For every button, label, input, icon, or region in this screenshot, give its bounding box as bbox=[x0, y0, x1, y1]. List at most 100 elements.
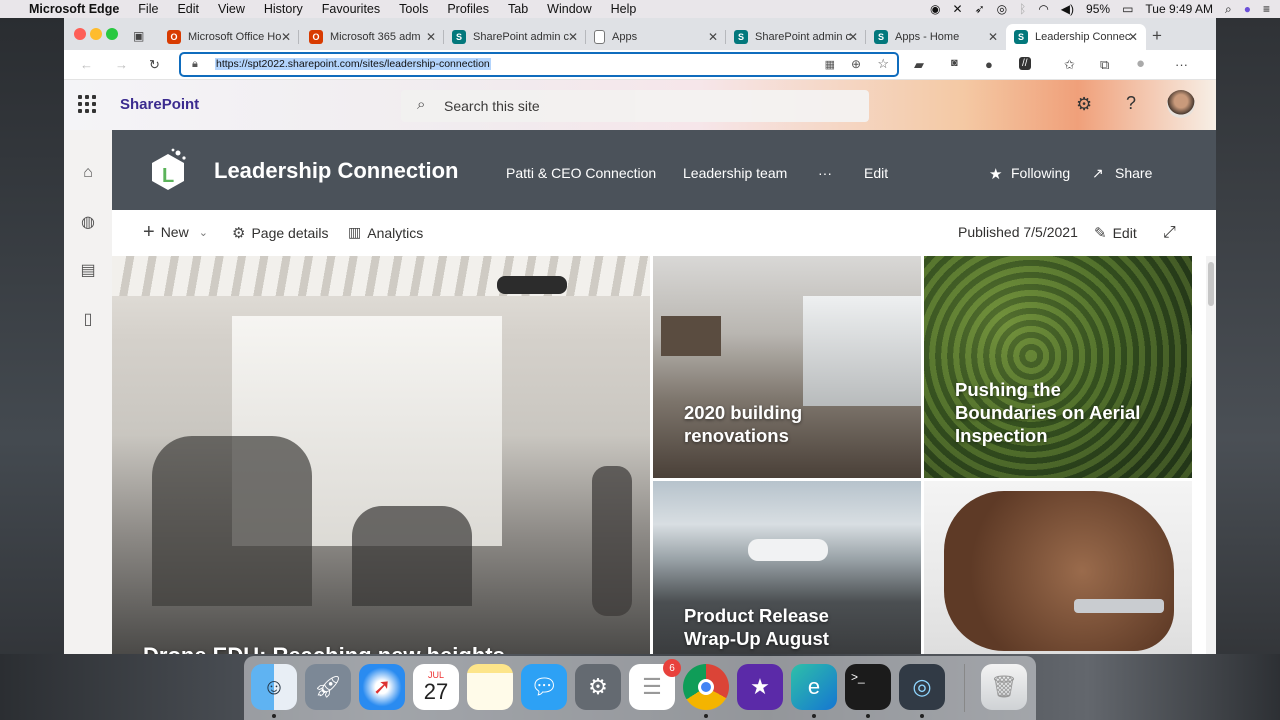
zoom-window-button[interactable] bbox=[106, 28, 118, 40]
tab-apps[interactable]: Apps ✕ bbox=[586, 24, 726, 50]
terminal-icon[interactable]: >_ bbox=[845, 664, 891, 710]
close-tab-icon[interactable]: ✕ bbox=[988, 30, 998, 44]
notes-icon[interactable] bbox=[467, 664, 513, 710]
address-bar[interactable]: 🔒︎ https://spt2022.sharepoint.com/sites/… bbox=[179, 52, 899, 77]
screen-icon[interactable]: ◎ bbox=[997, 2, 1007, 16]
page-details-button[interactable]: ⚙ Page details bbox=[232, 224, 329, 242]
nav-patti-ceo-connection[interactable]: Patti & CEO Connection bbox=[506, 165, 656, 181]
extension-icon-3[interactable]: ● bbox=[985, 57, 993, 72]
menu-favourites[interactable]: Favourites bbox=[322, 2, 380, 16]
extension-icon-4[interactable]: // bbox=[1019, 57, 1031, 70]
tab-leadership-connection[interactable]: S Leadership Connec ✕ bbox=[1006, 24, 1146, 50]
close-window-button[interactable] bbox=[74, 28, 86, 40]
new-tab-icon[interactable]: + bbox=[1152, 26, 1162, 46]
menu-help[interactable]: Help bbox=[611, 2, 637, 16]
chrome-icon[interactable] bbox=[683, 664, 729, 710]
new-button[interactable]: + New ⌄ bbox=[143, 222, 208, 242]
launchpad-icon[interactable]: 🚀︎ bbox=[305, 664, 351, 710]
menu-profiles[interactable]: Profiles bbox=[447, 2, 489, 16]
reminders-icon[interactable]: ☰ 6 bbox=[629, 659, 681, 710]
menu-tools[interactable]: Tools bbox=[399, 2, 428, 16]
zoom-icon[interactable]: ⊕ bbox=[851, 57, 861, 71]
close-tab-icon[interactable]: ✕ bbox=[1128, 30, 1138, 44]
calendar-icon[interactable]: JUL 27 bbox=[413, 664, 459, 710]
messages-icon[interactable]: 💬︎ bbox=[521, 664, 567, 710]
hero-tile-building-renovations[interactable]: 2020 building renovations bbox=[653, 256, 921, 478]
page-scrollbar[interactable] bbox=[1206, 256, 1216, 654]
settings-gear-icon[interactable]: ⚙ bbox=[1076, 94, 1092, 115]
hero-tile-aerial-inspection[interactable]: Pushing the Boundaries on Aerial Inspect… bbox=[924, 256, 1192, 478]
forward-icon[interactable]: → bbox=[115, 57, 128, 72]
news-icon[interactable]: ▤ bbox=[78, 260, 98, 280]
battery-icon[interactable]: ▭ bbox=[1122, 2, 1133, 16]
quicktime-icon[interactable]: ◎ bbox=[899, 664, 945, 710]
extension-icon-2[interactable]: ◙ bbox=[951, 57, 958, 69]
tab-actions-icon[interactable]: ▣ bbox=[133, 29, 144, 43]
edge-icon[interactable]: e bbox=[791, 664, 837, 710]
tab-sharepoint-admin-2[interactable]: S SharePoint admin c ✕ bbox=[726, 24, 866, 50]
menu-history[interactable]: History bbox=[264, 2, 303, 16]
spotlight-icon[interactable]: ⌕ bbox=[1225, 2, 1232, 17]
share-icon[interactable]: ↗ bbox=[1092, 165, 1104, 182]
tab-sharepoint-admin-1[interactable]: S SharePoint admin c ✕ bbox=[444, 24, 586, 50]
help-icon[interactable]: ? bbox=[1126, 93, 1136, 114]
document-icon[interactable]: ▯ bbox=[78, 309, 98, 329]
back-icon[interactable]: ← bbox=[80, 57, 93, 72]
battery-percent[interactable]: 95% bbox=[1086, 2, 1110, 16]
globe-icon[interactable]: ◍ bbox=[78, 212, 98, 232]
scrollbar-thumb[interactable] bbox=[1208, 262, 1214, 306]
tab-office-home[interactable]: O Microsoft Office Ho ✕ bbox=[159, 24, 299, 50]
nav-leadership-team[interactable]: Leadership team bbox=[683, 165, 787, 181]
favourites-icon[interactable]: ✩ bbox=[1064, 57, 1075, 73]
menu-edit[interactable]: Edit bbox=[177, 2, 199, 16]
bluetooth-icon[interactable]: ᛒ bbox=[1019, 2, 1026, 16]
url-text[interactable]: https://spt2022.sharepoint.com/sites/lea… bbox=[215, 58, 491, 70]
trash-icon[interactable]: 🗑︎ bbox=[981, 664, 1027, 710]
close-tab-icon[interactable]: ✕ bbox=[568, 30, 578, 44]
site-logo[interactable]: L bbox=[148, 148, 188, 192]
profile-avatar-icon[interactable]: ● bbox=[1136, 55, 1145, 72]
lock-icon[interactable]: 🔒︎ bbox=[192, 58, 198, 71]
control-center-icon[interactable]: ≡ bbox=[1263, 2, 1270, 16]
collections-icon[interactable]: ⧉ bbox=[1100, 57, 1109, 73]
analytics-button[interactable]: ▥ Analytics bbox=[348, 224, 423, 241]
tab-m365-admin[interactable]: O Microsoft 365 adm ✕ bbox=[301, 24, 444, 50]
close-tab-icon[interactable]: ✕ bbox=[708, 30, 718, 44]
hero-tile-drone-edu[interactable]: Drone EDU: Reaching new heights bbox=[112, 256, 650, 654]
close-tab-icon[interactable]: ✕ bbox=[848, 30, 858, 44]
user-avatar[interactable] bbox=[1167, 90, 1195, 118]
extension-icon[interactable]: ▰ bbox=[914, 57, 924, 73]
menubar-clock[interactable]: Tue 9:49 AM bbox=[1145, 2, 1213, 16]
menu-tab[interactable]: Tab bbox=[508, 2, 528, 16]
control-icon[interactable]: ✕ bbox=[953, 2, 963, 16]
tab-apps-home[interactable]: S Apps - Home ✕ bbox=[866, 24, 1006, 50]
wifi-icon[interactable]: ◠ bbox=[1038, 2, 1048, 16]
share-button[interactable]: Share bbox=[1115, 165, 1152, 181]
volume-icon[interactable]: ◀) bbox=[1061, 2, 1074, 16]
site-title[interactable]: Leadership Connection bbox=[214, 158, 458, 184]
following-button[interactable]: Following bbox=[1011, 165, 1070, 181]
menu-view[interactable]: View bbox=[218, 2, 245, 16]
siri-icon[interactable]: ● bbox=[1244, 2, 1251, 16]
finder-icon[interactable]: ☺ bbox=[251, 664, 297, 710]
expand-icon[interactable]: ⤢ bbox=[1163, 224, 1176, 242]
minimize-window-button[interactable] bbox=[90, 28, 102, 40]
nav-more[interactable]: ··· bbox=[818, 165, 832, 181]
hero-tile-hands-phone[interactable] bbox=[924, 481, 1192, 654]
hero-tile-product-release[interactable]: Product Release Wrap-Up August bbox=[653, 481, 921, 654]
menu-file[interactable]: File bbox=[138, 2, 158, 16]
star-icon[interactable]: ★ bbox=[989, 165, 1002, 183]
edit-page-button[interactable]: ✎ Edit bbox=[1094, 224, 1137, 242]
rocket-icon[interactable]: ➶ bbox=[975, 2, 985, 16]
close-tab-icon[interactable]: ✕ bbox=[426, 30, 436, 44]
system-preferences-icon[interactable]: ⚙ bbox=[575, 664, 621, 710]
menu-app-name[interactable]: Microsoft Edge bbox=[29, 2, 119, 16]
nav-edit[interactable]: Edit bbox=[864, 165, 888, 181]
qr-code-icon[interactable]: ▦ bbox=[825, 58, 835, 71]
site-search-box[interactable]: ⌕ Search this site bbox=[401, 90, 869, 122]
imovie-star-icon[interactable]: ★ bbox=[737, 664, 783, 710]
menu-window[interactable]: Window bbox=[547, 2, 591, 16]
add-favourite-icon[interactable]: ☆ bbox=[877, 56, 889, 72]
more-menu-icon[interactable]: ··· bbox=[1175, 57, 1188, 72]
record-icon[interactable]: ◉ bbox=[930, 2, 940, 16]
